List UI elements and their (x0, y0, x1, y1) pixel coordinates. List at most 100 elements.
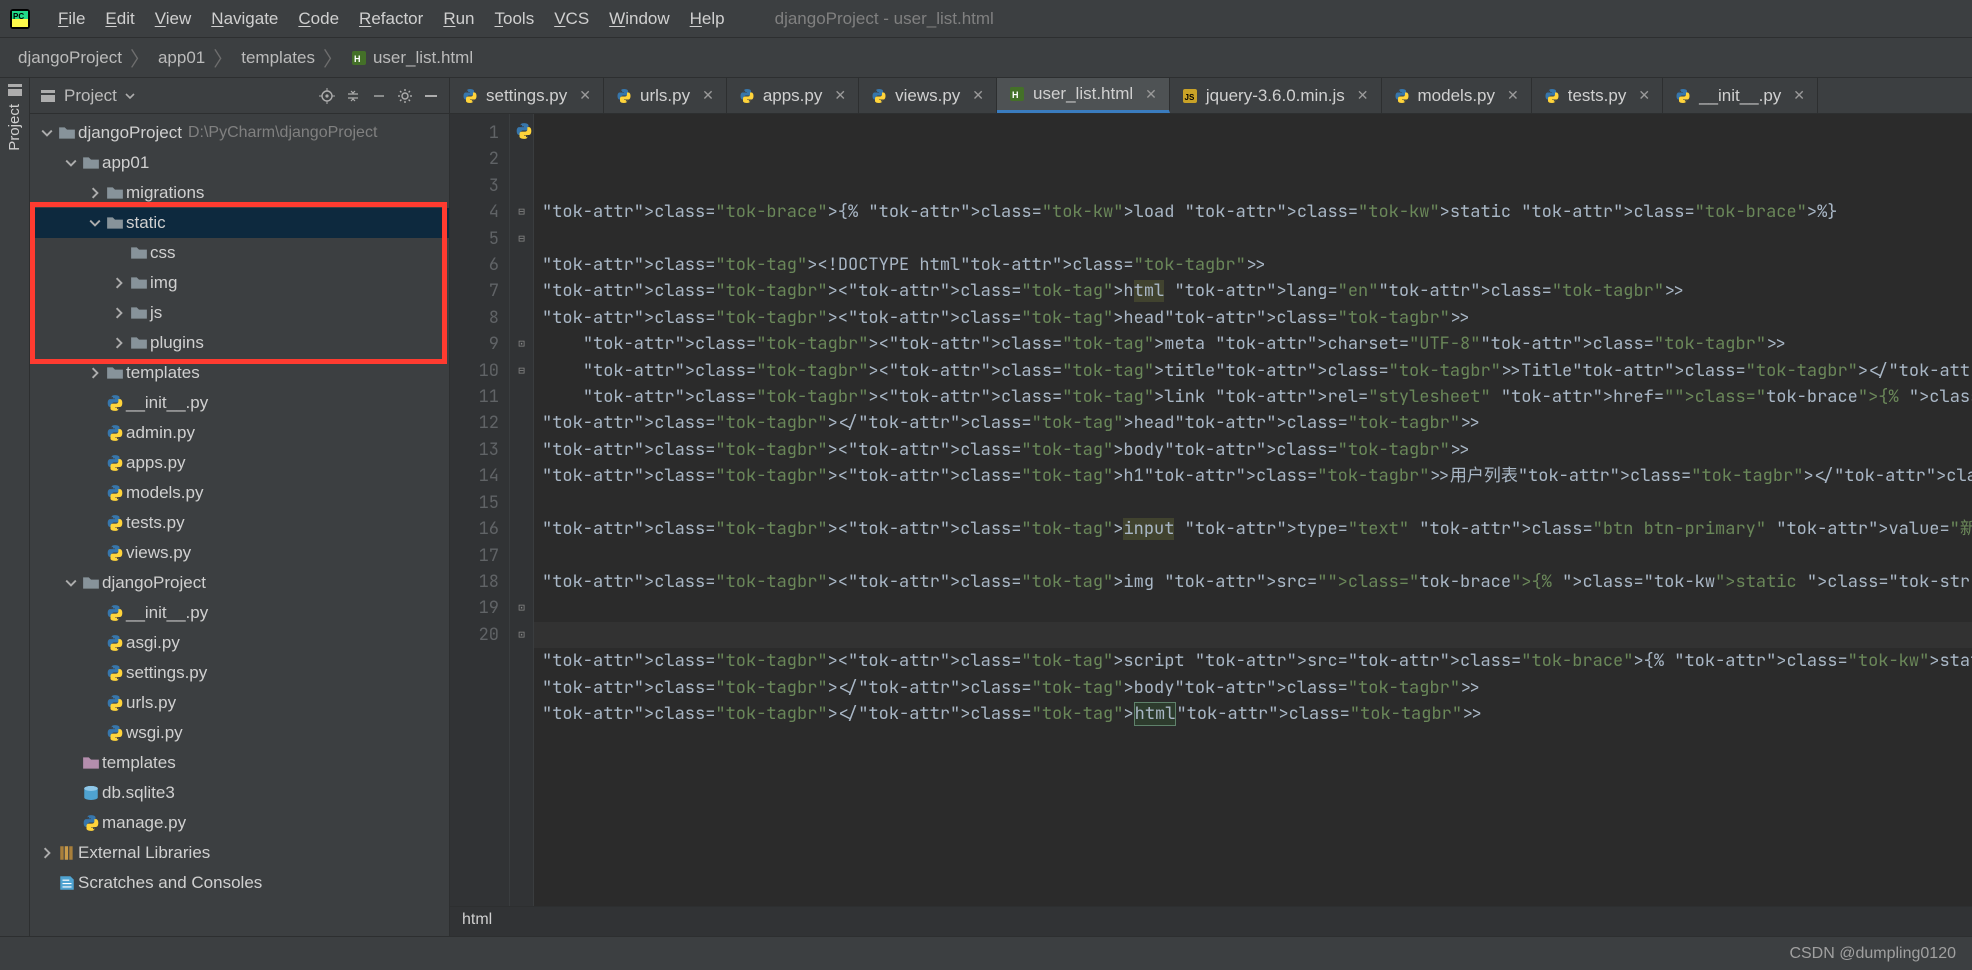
tree-node-views-py[interactable]: views.py (30, 538, 449, 568)
fold-marker[interactable] (510, 384, 533, 410)
tree-node-admin-py[interactable]: admin.py (30, 418, 449, 448)
tree-node-djangoproject[interactable]: djangoProject (30, 568, 449, 598)
menu-edit[interactable]: Edit (95, 5, 144, 33)
chevron-icon[interactable] (110, 277, 128, 289)
tree-node-external-libraries[interactable]: External Libraries (30, 838, 449, 868)
line-number[interactable]: 17 (450, 543, 499, 569)
line-number[interactable]: 13 (450, 437, 499, 463)
chevron-icon[interactable] (38, 847, 56, 859)
code-line[interactable] (542, 226, 1972, 252)
code-line[interactable]: "tok-attr">class="tok-tagbr"></"tok-attr… (542, 410, 1972, 436)
tree-node-__init__-py[interactable]: __init__.py (30, 598, 449, 628)
chevron-icon[interactable] (86, 367, 104, 379)
fold-marker[interactable] (510, 543, 533, 569)
menu-tools[interactable]: Tools (485, 5, 545, 33)
gear-icon[interactable] (395, 88, 415, 104)
fold-gutter[interactable]: ⊟⊟ ⊡⊟ ⊡⊡ (510, 114, 534, 906)
tree-node-templates[interactable]: templates (30, 748, 449, 778)
tree-node-wsgi-py[interactable]: wsgi.py (30, 718, 449, 748)
tab-apps-py[interactable]: apps.py✕ (727, 78, 859, 113)
line-number[interactable]: 2 (450, 146, 499, 172)
tree-node-models-py[interactable]: models.py (30, 478, 449, 508)
close-icon[interactable]: ✕ (1357, 87, 1369, 104)
fold-marker[interactable]: ⊡ (510, 331, 533, 357)
close-icon[interactable]: ✕ (579, 87, 591, 104)
hide-icon[interactable] (421, 88, 441, 104)
chevron-icon[interactable] (62, 157, 80, 169)
code-line[interactable] (542, 595, 1972, 621)
close-icon[interactable]: ✕ (1507, 87, 1519, 104)
tree-node-urls-py[interactable]: urls.py (30, 688, 449, 718)
line-number[interactable]: 3 (450, 173, 499, 199)
tree-node-app01[interactable]: app01 (30, 148, 449, 178)
fold-marker[interactable] (510, 490, 533, 516)
line-number[interactable]: 5 (450, 226, 499, 252)
line-number[interactable]: 20 (450, 622, 499, 648)
chevron-icon[interactable] (62, 577, 80, 589)
fold-marker[interactable] (510, 305, 533, 331)
editor-breadcrumb[interactable]: html (450, 906, 1972, 936)
fold-marker[interactable] (510, 146, 533, 172)
chevron-icon[interactable] (86, 187, 104, 199)
line-number[interactable]: 9 (450, 331, 499, 357)
code-line[interactable] (542, 543, 1972, 569)
tree-node-tests-py[interactable]: tests.py (30, 508, 449, 538)
line-number[interactable]: 10 (450, 358, 499, 384)
project-tree[interactable]: djangoProjectD:\PyCharm\djangoProjectapp… (30, 114, 449, 936)
locate-icon[interactable] (317, 88, 337, 104)
fold-marker[interactable]: ⊟ (510, 358, 533, 384)
line-number[interactable]: 4 (450, 199, 499, 225)
fold-marker[interactable]: ⊡ (510, 622, 533, 648)
line-number[interactable]: 6 (450, 252, 499, 278)
tab-views-py[interactable]: views.py✕ (859, 78, 997, 113)
line-number[interactable]: 15 (450, 490, 499, 516)
chevron-icon[interactable] (86, 217, 104, 229)
tree-node-static[interactable]: static (30, 208, 449, 238)
line-number[interactable]: 1 (450, 120, 499, 146)
line-number[interactable]: 7 (450, 278, 499, 304)
code-line[interactable]: "tok-attr">class="tok-tagbr"><"tok-attr"… (542, 569, 1972, 595)
breadcrumb-item[interactable]: templates (235, 46, 321, 70)
code-line[interactable]: "tok-attr">class="tok-tagbr"><"tok-attr"… (542, 278, 1972, 304)
fold-marker[interactable] (510, 173, 533, 199)
project-panel-title[interactable]: Project (64, 86, 311, 106)
fold-marker[interactable] (510, 516, 533, 542)
menu-navigate[interactable]: Navigate (201, 5, 288, 33)
tree-node-scratches-and-consoles[interactable]: Scratches and Consoles (30, 868, 449, 898)
tree-node-__init__-py[interactable]: __init__.py (30, 388, 449, 418)
chevron-icon[interactable] (110, 307, 128, 319)
close-icon[interactable]: ✕ (834, 87, 846, 104)
tree-node-img[interactable]: img (30, 268, 449, 298)
fold-marker[interactable] (510, 278, 533, 304)
close-icon[interactable]: ✕ (1793, 87, 1805, 104)
line-number[interactable]: 19 (450, 595, 499, 621)
code-line[interactable]: "tok-attr">class="tok-tagbr"><"tok-attr"… (542, 358, 1972, 384)
fold-marker[interactable] (510, 437, 533, 463)
menu-vcs[interactable]: VCS (544, 5, 599, 33)
tree-node-migrations[interactable]: migrations (30, 178, 449, 208)
fold-marker[interactable]: ⊟ (510, 199, 533, 225)
tab-settings-py[interactable]: settings.py✕ (450, 78, 604, 113)
breadcrumb-item[interactable]: Huser_list.html (345, 46, 479, 70)
code-line[interactable]: "tok-attr">class="tok-tagbr"><"tok-attr"… (542, 463, 1972, 489)
code-editor[interactable]: "tok-attr">class="tok-brace">{% "tok-att… (534, 114, 1972, 906)
code-line[interactable]: "tok-attr">class="tok-tagbr"><"tok-attr"… (542, 648, 1972, 674)
line-number[interactable]: 8 (450, 305, 499, 331)
collapse-all-icon[interactable] (369, 88, 389, 104)
chevron-icon[interactable] (110, 337, 128, 349)
code-line[interactable]: "tok-attr">class="tok-tag"><!DOCTYPE htm… (542, 252, 1972, 278)
code-line[interactable] (542, 490, 1972, 516)
tree-node-templates[interactable]: templates (30, 358, 449, 388)
code-line[interactable]: "tok-attr">class="tok-brace">{% "tok-att… (542, 199, 1972, 225)
menu-code[interactable]: Code (288, 5, 349, 33)
menu-run[interactable]: Run (433, 5, 484, 33)
code-line[interactable]: "tok-attr">class="tok-tagbr"><"tok-attr"… (542, 331, 1972, 357)
breadcrumb-item[interactable]: app01 (152, 46, 211, 70)
tab-jquery-3-6-0-min-js[interactable]: JSjquery-3.6.0.min.js✕ (1170, 78, 1382, 113)
tool-window-stripe[interactable]: Project (0, 78, 30, 936)
fold-marker[interactable] (510, 463, 533, 489)
close-icon[interactable]: ✕ (1145, 86, 1157, 103)
code-line[interactable]: "tok-attr">class="tok-tagbr"><"tok-attr"… (542, 384, 1972, 410)
tree-node-djangoproject[interactable]: djangoProjectD:\PyCharm\djangoProject (30, 118, 449, 148)
tree-node-css[interactable]: css (30, 238, 449, 268)
